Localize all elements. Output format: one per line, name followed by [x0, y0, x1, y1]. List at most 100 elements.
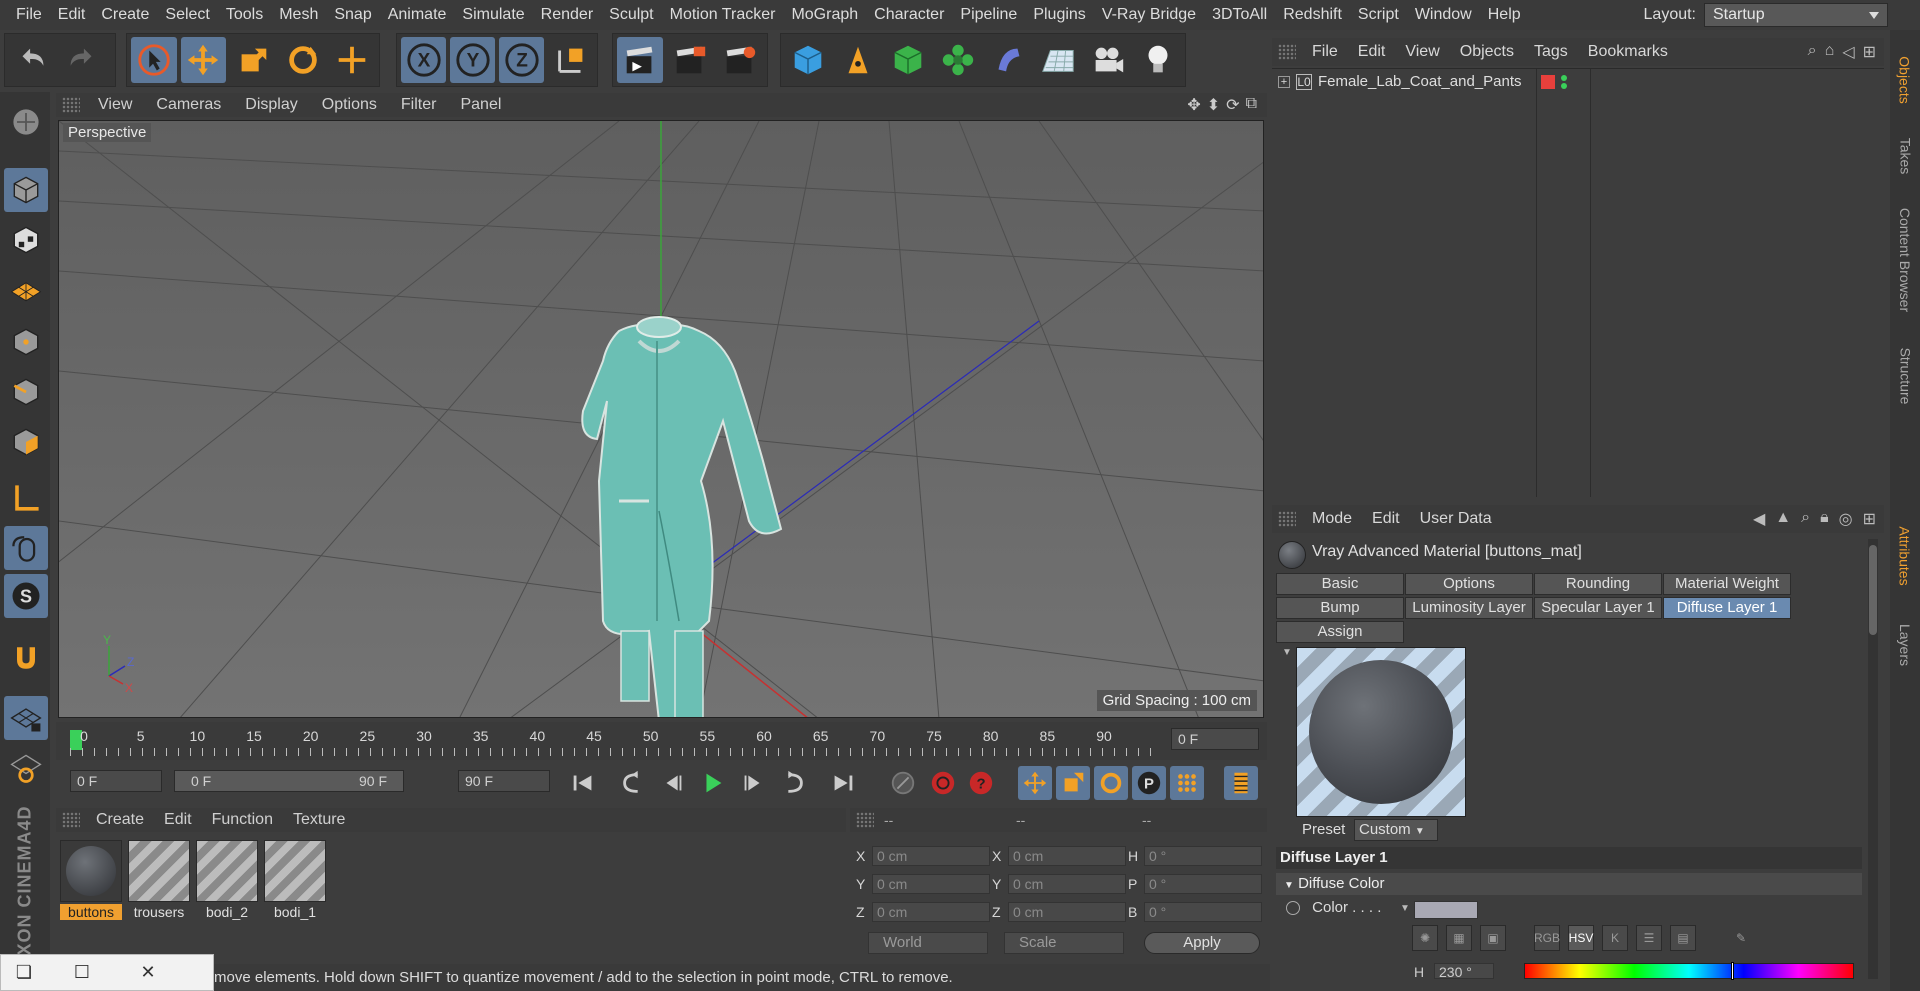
material-menu-texture[interactable]: Texture — [283, 811, 355, 829]
model-mode-button[interactable] — [4, 168, 48, 212]
menu-item-tools[interactable]: Tools — [218, 0, 271, 30]
scale-key-button[interactable] — [1056, 766, 1090, 800]
tab-basic[interactable]: Basic — [1276, 573, 1404, 595]
viewport-menu-view[interactable]: View — [86, 96, 144, 114]
position-z-field[interactable]: 0 cm — [872, 902, 990, 922]
visibility-dots-icon[interactable] — [1561, 74, 1568, 89]
material-menu-function[interactable]: Function — [202, 811, 283, 829]
menu-item-render[interactable]: Render — [533, 0, 601, 30]
material-menu-edit[interactable]: Edit — [154, 811, 202, 829]
rotate-tool-button[interactable] — [280, 37, 326, 83]
solo-button[interactable]: S — [4, 574, 48, 618]
render-settings-button[interactable] — [717, 37, 763, 83]
cloner-button[interactable] — [935, 37, 981, 83]
attribute-menu-user-data[interactable]: User Data — [1410, 510, 1502, 528]
viewport-menu-display[interactable]: Display — [233, 96, 309, 114]
tab-rounding[interactable]: Rounding — [1534, 573, 1662, 595]
record-active-objects-button[interactable] — [886, 766, 920, 800]
tab-assign[interactable]: Assign — [1276, 621, 1404, 643]
tab-takes[interactable]: Takes — [1894, 126, 1916, 186]
go-to-end-button[interactable] — [826, 766, 860, 800]
points-mode-button[interactable] — [4, 320, 48, 364]
deformer-button[interactable] — [985, 37, 1031, 83]
back-icon[interactable]: ◁ — [1842, 42, 1854, 62]
menu-item-file[interactable]: File — [8, 0, 50, 30]
material-swatch[interactable]: bodi_2 — [196, 840, 258, 920]
object-menu-file[interactable]: File — [1302, 43, 1348, 61]
autokeying-button[interactable] — [926, 766, 960, 800]
coordinate-mode-dropdown[interactable]: World — [868, 932, 988, 954]
menu-item-window[interactable]: Window — [1407, 0, 1480, 30]
viewport-dolly-icon[interactable]: ⬍ — [1207, 95, 1220, 115]
camera-button[interactable] — [1085, 37, 1131, 83]
menu-item-3dtoall[interactable]: 3DToAll — [1204, 0, 1275, 30]
subdivision-surface-button[interactable] — [885, 37, 931, 83]
menu-item-redshift[interactable]: Redshift — [1275, 0, 1350, 30]
frame-range-slider[interactable]: 0 F 90 F — [174, 770, 404, 792]
menu-item-create[interactable]: Create — [93, 0, 157, 30]
size-z-field[interactable]: 0 cm — [1008, 902, 1126, 922]
viewport-rotate-icon[interactable]: ⟳ — [1226, 95, 1239, 115]
viewport-menu-panel[interactable]: Panel — [448, 96, 513, 114]
preset-dropdown[interactable]: Custom ▼ — [1354, 819, 1438, 841]
lock-icon[interactable]: 🔒︎ — [1820, 509, 1829, 529]
coordinate-system-button[interactable] — [548, 37, 593, 83]
material-swatch[interactable]: buttons — [60, 840, 122, 920]
tab-material-weight[interactable]: Material Weight — [1663, 573, 1791, 595]
position-x-field[interactable]: 0 cm — [872, 846, 990, 866]
pen-spline-button[interactable] — [835, 37, 881, 83]
kelvin-mode-button[interactable]: K — [1602, 925, 1628, 951]
size-y-field[interactable]: 0 cm — [1008, 874, 1126, 894]
swatches-icon[interactable]: ▤ — [1670, 925, 1696, 951]
close-icon[interactable]: ✕ — [117, 962, 179, 983]
color-wheel-icon[interactable]: ✺ — [1412, 925, 1438, 951]
object-menu-objects[interactable]: Objects — [1450, 43, 1524, 61]
diffuse-color-group[interactable]: ▼ Diffuse Color — [1276, 873, 1862, 895]
menu-item-help[interactable]: Help — [1480, 0, 1529, 30]
rgb-mode-button[interactable]: RGB — [1534, 925, 1560, 951]
undo-button[interactable] — [9, 37, 55, 83]
keyframe-selection-button[interactable]: ? — [964, 766, 998, 800]
redo-button[interactable] — [59, 37, 105, 83]
light-button[interactable] — [1135, 37, 1181, 83]
previous-key-button[interactable] — [616, 766, 650, 800]
menu-item-script[interactable]: Script — [1350, 0, 1407, 30]
end-frame-field[interactable]: 90 F — [458, 770, 550, 792]
play-button[interactable] — [696, 766, 730, 800]
new-panel-icon[interactable]: ⊞ — [1863, 509, 1876, 529]
point-level-key-button[interactable] — [1170, 766, 1204, 800]
attribute-scrollbar[interactable] — [1868, 539, 1878, 979]
viewport-move-icon[interactable]: ✥ — [1187, 95, 1200, 115]
app-window-icon[interactable]: ❏ — [1, 962, 47, 983]
tab-layers[interactable]: Layers — [1894, 610, 1916, 680]
viewport-menu-filter[interactable]: Filter — [389, 96, 449, 114]
z-axis-button[interactable]: Z — [499, 37, 544, 83]
object-menu-edit[interactable]: Edit — [1348, 43, 1396, 61]
object-menu-view[interactable]: View — [1395, 43, 1449, 61]
layout-dropdown[interactable]: Startup — [1704, 3, 1888, 27]
render-view-button[interactable] — [617, 37, 663, 83]
tweak-mode-button[interactable] — [4, 526, 48, 570]
parameter-key-button[interactable]: P — [1132, 766, 1166, 800]
tab-attributes[interactable]: Attributes — [1894, 506, 1916, 606]
current-frame-field[interactable]: 0 F — [1171, 728, 1259, 750]
scale-tool-button[interactable] — [230, 37, 276, 83]
menu-item-simulate[interactable]: Simulate — [454, 0, 532, 30]
tab-structure[interactable]: Structure — [1894, 336, 1916, 416]
menu-item-sculpt[interactable]: Sculpt — [601, 0, 661, 30]
home-icon[interactable]: ⌂ — [1825, 42, 1835, 62]
viewport-menu-cameras[interactable]: Cameras — [144, 96, 233, 114]
object-menu-bookmarks[interactable]: Bookmarks — [1578, 43, 1678, 61]
apply-button[interactable]: Apply — [1144, 932, 1260, 954]
image-picker-icon[interactable]: ▣ — [1480, 925, 1506, 951]
new-panel-icon[interactable]: ⊞ — [1863, 42, 1876, 62]
y-axis-button[interactable]: Y — [450, 37, 495, 83]
rotation-p-field[interactable]: 0 ° — [1144, 874, 1262, 894]
menu-item-mograph[interactable]: MoGraph — [783, 0, 866, 30]
hue-field[interactable]: 230 ° — [1434, 963, 1495, 980]
polygons-mode-button[interactable] — [4, 420, 48, 464]
scale-mode-dropdown[interactable]: Scale — [1004, 932, 1124, 954]
color-swatch[interactable] — [1414, 901, 1478, 919]
menu-item-character[interactable]: Character — [866, 0, 952, 30]
menu-item-edit[interactable]: Edit — [50, 0, 94, 30]
